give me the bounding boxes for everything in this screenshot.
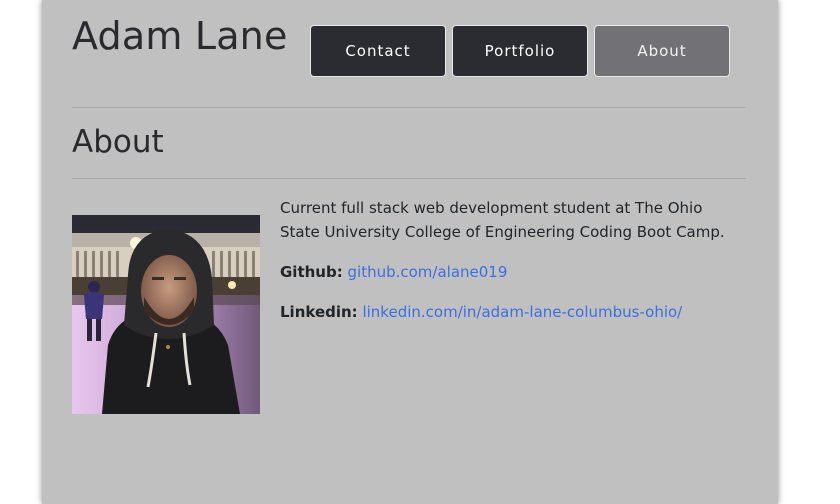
github-label: Github: bbox=[280, 263, 343, 281]
section-title: About bbox=[72, 124, 164, 160]
profile-photo bbox=[72, 215, 260, 414]
nav-contact-button[interactable]: Contact bbox=[310, 25, 446, 77]
section-divider bbox=[72, 178, 746, 179]
linkedin-label: Linkedin: bbox=[280, 303, 358, 321]
about-content: Current full stack web development stude… bbox=[280, 196, 740, 340]
page-container: Adam Lane Contact Portfolio About About bbox=[42, 0, 778, 504]
linkedin-line: Linkedin: linkedin.com/in/adam-lane-colu… bbox=[280, 300, 740, 324]
github-line: Github: github.com/alane019 bbox=[280, 260, 740, 284]
site-title: Adam Lane bbox=[72, 14, 288, 58]
site-header: Adam Lane Contact Portfolio About bbox=[72, 0, 746, 107]
github-link[interactable]: github.com/alane019 bbox=[348, 263, 508, 281]
nav-portfolio-button[interactable]: Portfolio bbox=[452, 25, 588, 77]
nav-about-button[interactable]: About bbox=[594, 25, 730, 77]
header-divider bbox=[72, 107, 746, 108]
linkedin-link[interactable]: linkedin.com/in/adam-lane-columbus-ohio/ bbox=[362, 303, 682, 321]
main-nav: Contact Portfolio About bbox=[310, 25, 730, 77]
bio-text: Current full stack web development stude… bbox=[280, 199, 725, 241]
